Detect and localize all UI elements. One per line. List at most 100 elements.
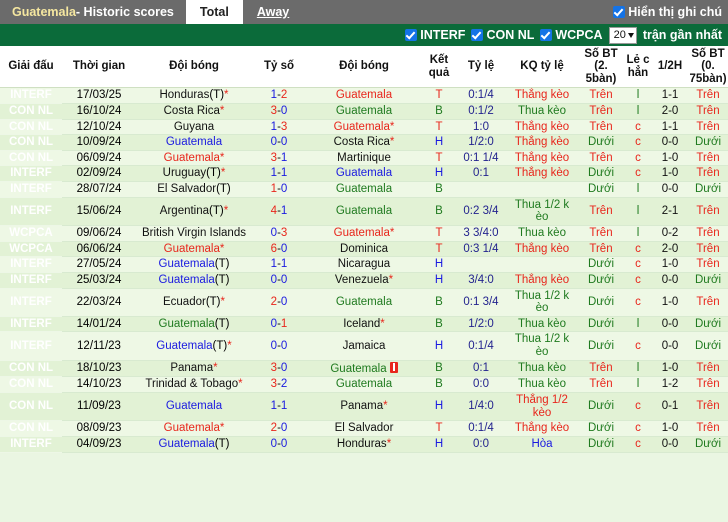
cell-ou-25: Dưới xyxy=(578,392,624,422)
table-row[interactable]: WCPCA 06/06/24 Guatemala* 6-0 Dominica T 0:3 1… xyxy=(0,241,728,258)
cell-ou-25: Trên xyxy=(578,119,624,136)
cell-league: INTERF xyxy=(0,331,62,361)
cell-score: 1-1 xyxy=(252,256,306,273)
cell-result: H xyxy=(422,256,456,273)
cell-home-team: Guatemala* xyxy=(136,150,252,167)
cell-odds-result: Thua kèo xyxy=(506,376,578,394)
table-row[interactable]: INTERF 17/03/25 Honduras(T)* 1-2 Guatemala T 0… xyxy=(0,87,728,104)
filter-wcpca[interactable]: WCPCA xyxy=(540,28,603,42)
cell-result: B xyxy=(422,103,456,120)
filter-wcpca-checkbox[interactable] xyxy=(540,29,553,41)
cell-date: 14/10/23 xyxy=(62,376,136,394)
cell-league: INTERF xyxy=(0,436,62,453)
table-row[interactable]: INTERF 04/09/23 Guatemala(T) 0-0 Honduras* H 0… xyxy=(0,436,728,453)
cell-away-team: Guatemala xyxy=(306,197,422,226)
table-row[interactable]: INTERF 15/06/24 Argentina(T)* 4-1 Guatemala B… xyxy=(0,197,728,226)
cell-ou-25: Trên xyxy=(578,376,624,394)
cell-odds: 0:0 xyxy=(456,436,506,453)
table-row[interactable]: CON NL 08/09/23 Guatemala* 2-0 El Salvador T 0… xyxy=(0,420,728,437)
cell-home-team: Costa Rica* xyxy=(136,103,252,120)
cell-odds: 3 3/4:0 xyxy=(456,225,506,242)
cell-odds-result: Thua 1/2 k èo xyxy=(506,197,578,226)
cell-odds: 0:1/2 xyxy=(456,103,506,120)
show-notes-checkbox[interactable] xyxy=(613,6,626,18)
cell-result: H xyxy=(422,134,456,151)
cell-half-time: 1-0 xyxy=(652,420,688,437)
col-away-team: Đội bóng xyxy=(306,46,422,89)
page-title-rest: - Historic scores xyxy=(75,5,174,19)
cell-odds: 0:3 1/4 xyxy=(456,241,506,258)
filter-con-nl[interactable]: CON NL xyxy=(471,28,534,42)
cell-away-team: Martinique xyxy=(306,150,422,167)
cell-date: 16/10/24 xyxy=(62,103,136,120)
cell-odd-even: c xyxy=(624,150,652,167)
cell-ou-25: Trên xyxy=(578,197,624,226)
table-row[interactable]: INTERF 28/07/24 El Salvador(T) 1-0 Guatemala… xyxy=(0,181,728,198)
table-row[interactable]: CON NL 06/09/24 Guatemala* 3-1 Martinique T 0:… xyxy=(0,150,728,167)
cell-ou-075: Trên xyxy=(688,376,728,394)
cell-half-time: 2-0 xyxy=(652,241,688,258)
cell-half-time: 0-0 xyxy=(652,272,688,289)
cell-odds-result: Thua kèo xyxy=(506,103,578,120)
cell-half-time: 1-0 xyxy=(652,150,688,167)
filter-interf[interactable]: INTERF xyxy=(405,28,465,42)
filter-con-nl-checkbox[interactable] xyxy=(471,29,484,41)
cell-score: 3-0 xyxy=(252,360,306,378)
cell-ou-075: Trên xyxy=(688,288,728,317)
cell-odds-result: Thắng kèo xyxy=(506,150,578,167)
cell-score: 0-3 xyxy=(252,225,306,242)
cell-ou-075: Dưới xyxy=(688,316,728,333)
cell-home-team: Guatemala* xyxy=(136,420,252,437)
cell-date: 12/11/23 xyxy=(62,331,136,361)
filter-interf-checkbox[interactable] xyxy=(405,29,418,41)
cell-league: INTERF xyxy=(0,87,62,104)
show-notes-toggle[interactable]: Hiển thị ghi chú xyxy=(613,0,728,24)
table-row[interactable]: WCPCA 09/06/24 British Virgin Islands 0-3 Gu… xyxy=(0,225,728,242)
cell-ou-25: Dưới xyxy=(578,272,624,289)
cell-odd-even: l xyxy=(624,360,652,378)
cell-half-time: 1-1 xyxy=(652,87,688,104)
cell-odds: 1/2:0 xyxy=(456,134,506,151)
cell-ou-075: Trên xyxy=(688,256,728,273)
table-row[interactable]: CON NL 10/09/24 Guatemala 0-0 Costa Rica* H 1/… xyxy=(0,134,728,151)
table-row[interactable]: INTERF 02/09/24 Uruguay(T)* 1-1 Guatemala H 0:… xyxy=(0,165,728,183)
matches-table-wrapper: Giải đấu Thời gian Đội bóng Tỷ số Đội bó… xyxy=(0,46,728,522)
match-count-select[interactable]: 20 xyxy=(608,26,637,44)
cell-ou-25: Trên xyxy=(578,241,624,258)
cell-odd-even: l xyxy=(624,376,652,394)
cell-odd-even: l xyxy=(624,197,652,226)
table-row[interactable]: INTERF 25/03/24 Guatemala(T) 0-0 Venezuela* H… xyxy=(0,272,728,289)
cell-half-time: 2-1 xyxy=(652,197,688,226)
col-score: Tỷ số xyxy=(252,46,306,89)
table-row[interactable]: CON NL 11/09/23 Guatemala 1-1 Panama* H 1/4:0 T… xyxy=(0,392,728,422)
cell-date: 09/06/24 xyxy=(62,225,136,242)
cell-score: 0-1 xyxy=(252,316,306,333)
cell-odd-even: c xyxy=(624,119,652,136)
cell-date: 11/09/23 xyxy=(62,392,136,422)
col-result: Kết quả xyxy=(422,46,456,89)
tab-away[interactable]: Away xyxy=(243,0,303,24)
cell-odd-even: c xyxy=(624,256,652,273)
table-row[interactable]: INTERF 27/05/24 Guatemala(T) 1-1 Nicaragua H D… xyxy=(0,256,728,273)
cell-ou-075: Trên xyxy=(688,225,728,242)
table-row[interactable]: INTERF 14/01/24 Guatemala(T) 0-1 Iceland* B 1/… xyxy=(0,316,728,333)
cell-away-team: Jamaica xyxy=(306,331,422,361)
table-row[interactable]: CON NL 12/10/24 Guyana 1-3 Guatemala* T 1:0 Thắ… xyxy=(0,119,728,136)
cell-date: 28/07/24 xyxy=(62,181,136,198)
table-row[interactable]: CON NL 16/10/24 Costa Rica* 3-0 Guatemala B 0:… xyxy=(0,103,728,120)
table-row[interactable]: CON NL 14/10/23 Trinidad & Tobago* 3-2 Guate… xyxy=(0,376,728,394)
table-row[interactable]: INTERF 12/11/23 Guatemala(T)* 0-0 Jamaica H 0:… xyxy=(0,331,728,361)
table-row[interactable]: INTERF 22/03/24 Ecuador(T)* 2-0 Guatemala B 0:… xyxy=(0,288,728,317)
cell-home-team: Honduras(T)* xyxy=(136,87,252,104)
filter-interf-label: INTERF xyxy=(420,28,466,42)
cell-league: CON NL xyxy=(0,150,62,167)
cell-ou-25: Trên xyxy=(578,87,624,104)
cell-odd-even: c xyxy=(624,288,652,317)
cell-odds xyxy=(456,256,506,273)
table-row[interactable]: CON NL 18/10/23 Panama* 3-0 Guatemala B 0:1 Thu… xyxy=(0,360,728,378)
filter-wcpca-label: WCPCA xyxy=(555,28,603,42)
cell-ou-075: Dưới xyxy=(688,272,728,289)
cell-ou-075: Trên xyxy=(688,241,728,258)
tab-total[interactable]: Total xyxy=(185,0,243,24)
cell-ou-075: Dưới xyxy=(688,181,728,198)
